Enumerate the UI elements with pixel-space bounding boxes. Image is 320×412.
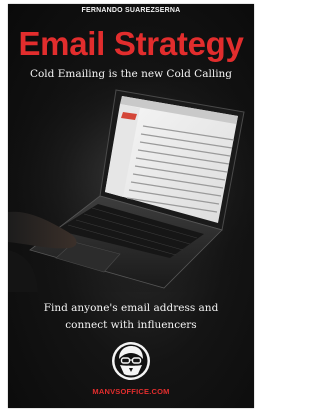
website-brand: MANVSOFFICE.COM — [92, 387, 170, 396]
laptop-icon — [8, 82, 254, 292]
tagline-line-1: Find anyone's email address and — [43, 302, 219, 314]
author-name: FERNANDO SUAREZSERNA — [81, 7, 181, 14]
masked-face-logo — [112, 342, 150, 380]
book-cover: FERNANDO SUAREZSERNA Email Strategy Cold… — [8, 4, 254, 408]
tagline: Find anyone's email address and connect … — [8, 300, 254, 334]
book-title: Email Strategy — [18, 25, 244, 62]
book-subtitle: Cold Emailing is the new Cold Calling — [29, 68, 233, 80]
tagline-line-2: connect with influencers — [65, 319, 197, 331]
